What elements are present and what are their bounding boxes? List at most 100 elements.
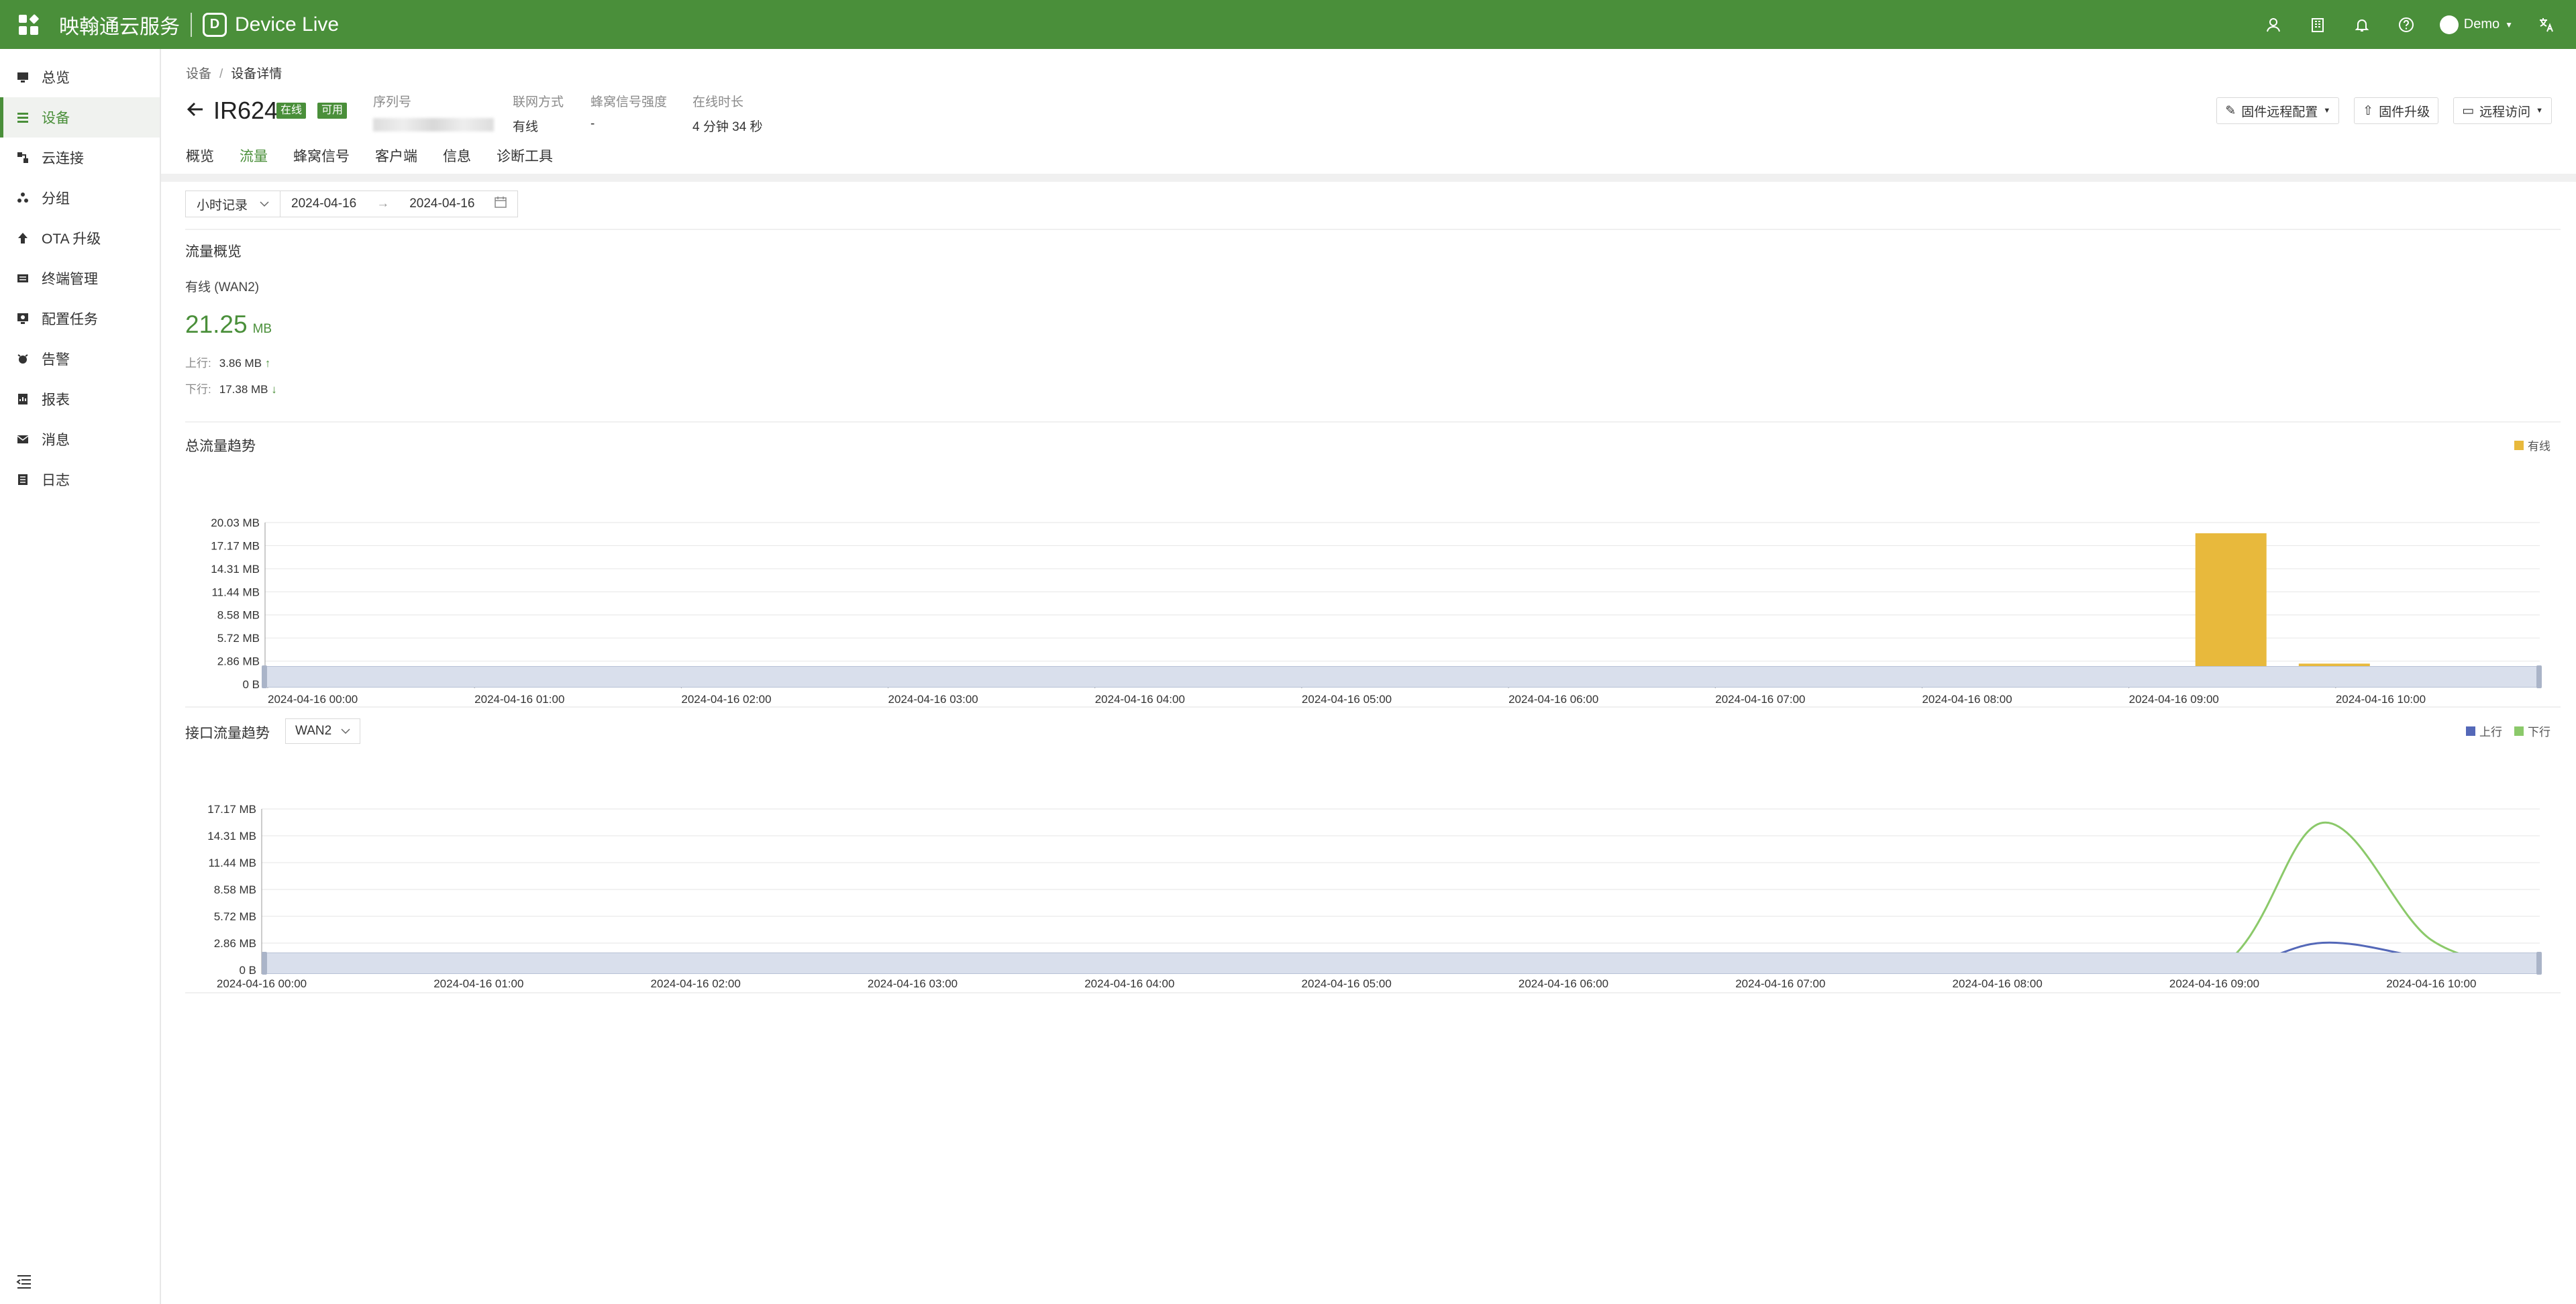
product-name: Device Live — [235, 13, 340, 36]
sidebar-item-label: 分组 — [42, 191, 70, 207]
sidebar-item-ota[interactable]: OTA 升级 — [0, 218, 160, 258]
wrench-icon: ✎ — [2225, 103, 2236, 118]
y-tick-label: 14.31 MB — [207, 830, 256, 843]
legend-label-wired: 有线 — [2528, 440, 2551, 453]
y-tick-label: 2.86 MB — [214, 937, 256, 950]
date-end[interactable]: 2024-04-16 — [409, 197, 474, 211]
series-line-down — [261, 822, 2540, 971]
sidebar-item-label: 终端管理 — [42, 272, 98, 287]
uptime-value: 4 分钟 34 秒 — [692, 120, 763, 134]
serial-label: 序列号 — [373, 95, 412, 109]
zoom-handle-right[interactable] — [2536, 952, 2542, 975]
sidebar-item-overview[interactable]: 总览 — [0, 57, 160, 97]
chevron-down-icon: ▼ — [2536, 107, 2543, 115]
date-range-picker[interactable]: 2024-04-16 → 2024-04-16 — [280, 191, 519, 217]
help-icon[interactable] — [2395, 14, 2417, 36]
tab-cellular-signal[interactable]: 蜂窝信号 — [293, 146, 350, 177]
chart-legend[interactable]: 上行 下行 — [2466, 722, 2551, 739]
x-tick-label: 2024-04-16 08:00 — [1922, 693, 2012, 706]
back-arrow-icon[interactable] — [186, 100, 205, 119]
sidebar-item-terminal[interactable]: 终端管理 — [0, 258, 160, 298]
breadcrumb: 设备 / 设备详情 — [186, 64, 282, 82]
remote-access-button[interactable]: ▭ 远程访问 ▼ — [2453, 97, 2552, 124]
section-divider — [185, 992, 2561, 993]
remote-config-button[interactable]: ✎ 固件远程配置 ▼ — [2216, 97, 2340, 124]
breadcrumb-separator: / — [219, 67, 223, 81]
brand-title[interactable]: 映翰通云服务 — [59, 10, 180, 40]
legend-item-up[interactable]: 上行 — [2466, 722, 2502, 739]
data-zoom-slider[interactable] — [262, 952, 2542, 975]
chart-legend[interactable]: 有线 — [2514, 437, 2551, 453]
x-tick-label: 2024-04-16 09:00 — [2169, 977, 2259, 990]
legend-item-down[interactable]: 下行 — [2514, 722, 2551, 739]
y-tick-label: 20.03 MB — [211, 517, 260, 529]
sidebar-item-alarm[interactable]: 告警 — [0, 339, 160, 379]
remote-access-label: 远程访问 — [2479, 105, 2531, 119]
sidebar-item-label: 云连接 — [42, 151, 84, 166]
zoom-handle-right[interactable] — [2536, 665, 2542, 688]
group-icon — [16, 191, 30, 205]
message-icon — [16, 433, 30, 446]
legend-label-up: 上行 — [2479, 726, 2502, 739]
upload-arrow-icon: ⇧ — [2363, 103, 2374, 118]
status-badge-online: 在线 — [276, 103, 307, 119]
download-value: 17.38 MB — [219, 383, 268, 396]
collapse-menu-icon[interactable] — [16, 1273, 34, 1291]
sidebar-item-label: 设备 — [42, 111, 70, 126]
bell-icon[interactable] — [2351, 14, 2373, 36]
translate-icon[interactable] — [2536, 14, 2557, 36]
y-tick-label: 5.72 MB — [214, 910, 256, 923]
sidebar-item-report[interactable]: 报表 — [0, 379, 160, 419]
tab-clients[interactable]: 客户端 — [375, 146, 417, 177]
sidebar-item-devices[interactable]: 设备 — [0, 97, 160, 138]
connection-value: 有线 — [513, 120, 539, 134]
y-tick-label: 11.44 MB — [208, 857, 256, 869]
section-divider — [185, 421, 2561, 423]
section-divider — [185, 706, 2561, 708]
firmware-upgrade-button[interactable]: ⇧ 固件升级 — [2354, 97, 2439, 124]
x-tick-label: 2024-04-16 00:00 — [217, 977, 307, 990]
legend-swatch-wired — [2514, 440, 2524, 450]
y-tick-label: 0 B — [239, 964, 256, 977]
breadcrumb-devices-link[interactable]: 设备 — [186, 67, 211, 81]
user-name: Demo — [2463, 17, 2500, 32]
serial-meta: 序列号 — [373, 92, 494, 131]
zoom-handle-left[interactable] — [262, 952, 267, 975]
legend-swatch-up — [2466, 726, 2475, 736]
sidebar-item-config-task[interactable]: 配置任务 — [0, 298, 160, 339]
status-badge-available: 可用 — [317, 103, 348, 119]
tab-overview[interactable]: 概览 — [186, 146, 214, 177]
x-tick-label: 2024-04-16 03:00 — [868, 977, 958, 990]
arrow-up-icon: ↑ — [264, 357, 271, 370]
signal-label: 蜂窝信号强度 — [590, 95, 668, 109]
building-icon[interactable] — [2307, 14, 2328, 36]
section-divider — [185, 229, 2561, 230]
total-traffic: 21.25 MB — [185, 311, 272, 339]
sidebar-item-label: OTA 升级 — [42, 231, 101, 247]
firmware-upgrade-label: 固件升级 — [2379, 105, 2430, 119]
connection-meta: 联网方式 有线 — [513, 92, 564, 135]
tab-info[interactable]: 信息 — [443, 146, 471, 177]
sidebar-item-label: 消息 — [42, 433, 70, 448]
apps-grid-icon[interactable] — [19, 13, 40, 35]
user-icon[interactable] — [2263, 14, 2284, 36]
sidebar-item-groups[interactable]: 分组 — [0, 178, 160, 218]
user-menu[interactable]: Demo ▼ — [2439, 15, 2513, 34]
interface-select[interactable]: WAN2 — [285, 718, 361, 744]
data-zoom-slider[interactable] — [262, 665, 2542, 688]
terminal-icon — [16, 272, 30, 285]
legend-label-down: 下行 — [2528, 726, 2551, 739]
granularity-select[interactable]: 小时记录 — [185, 191, 281, 217]
date-range-arrow: → — [376, 197, 390, 211]
tab-diagnostics[interactable]: 诊断工具 — [497, 146, 553, 177]
sidebar-item-messages[interactable]: 消息 — [0, 419, 160, 459]
tab-traffic[interactable]: 流量 — [240, 146, 268, 177]
date-start[interactable]: 2024-04-16 — [291, 197, 356, 211]
sidebar-item-logs[interactable]: 日志 — [0, 459, 160, 500]
sidebar-item-label: 报表 — [42, 392, 70, 408]
sidebar-item-cloud-connection[interactable]: 云连接 — [0, 138, 160, 178]
upload-value: 3.86 MB — [219, 357, 262, 370]
x-tick-label: 2024-04-16 01:00 — [433, 977, 523, 990]
traffic-overview-title: 流量概览 — [185, 244, 242, 260]
zoom-handle-left[interactable] — [262, 665, 267, 688]
